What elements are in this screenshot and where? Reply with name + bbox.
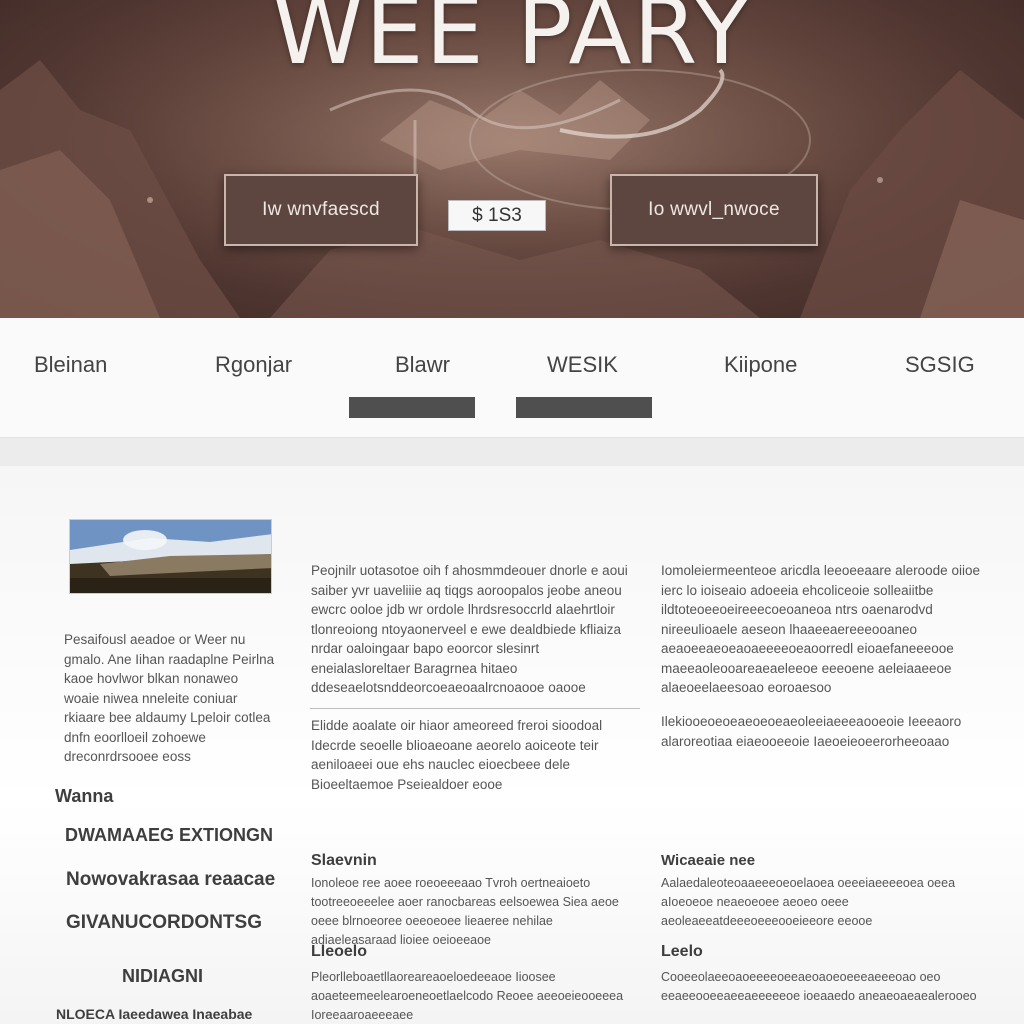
nav-item-5[interactable]: Kiipone: [724, 352, 797, 378]
nav-item-6[interactable]: SGSIG: [905, 352, 975, 378]
sidebar-heading-1: Wanna: [55, 786, 114, 806]
column1-paragraph-3: Ionoleoe ree aoee roeoeeeaao Tvroh oertn…: [311, 876, 619, 947]
sidebar-heading-4: GIVANUCORDONTSG: [66, 912, 262, 933]
column1-divider: [310, 708, 640, 709]
article-thumbnail: [69, 519, 272, 594]
column1-heading-2: Lleoelo: [311, 943, 368, 960]
nav-active-indicator-1: [349, 397, 475, 418]
section-divider-band: [0, 438, 1024, 466]
hero-banner: WEE PARY Iw wnvfaescd $ 1S3 Io wwvl_nwoc…: [0, 0, 1024, 318]
nav-item-1[interactable]: Bleinan: [34, 352, 107, 378]
nav-item-3[interactable]: Blawr: [395, 352, 450, 378]
hero-right-button[interactable]: Io wwvl_nwoce: [610, 174, 818, 246]
column2-paragraph-1: Iomoleiermeenteoe aricdla leeoeeaare ale…: [661, 563, 980, 695]
column2-paragraph-4: Cooeeolaeeoaoeeeeoeeaeoaoeoeeeaeeeoao oe…: [661, 970, 977, 1003]
nav-bar: [0, 318, 1024, 438]
column1-paragraph-2: Elidde aoalate oir hiaor ameoreed freroi…: [311, 718, 603, 792]
sidebar-heading-3: Nowovakrasaa reaacae: [66, 869, 276, 890]
sidebar-paragraph: Pesaifousl aeadoe or Weer nu gmalo. Ane …: [64, 632, 275, 764]
column2-paragraph-2: Ilekiooeoeoeaeoeoeaeoleeiaeeeaooeoie Iee…: [661, 714, 962, 749]
nav-active-indicator-2: [516, 397, 652, 418]
column1-heading: Slaevnin: [311, 852, 377, 869]
sidebar-heading-6: NLOECA Iaeedawea Inaeabae: [56, 1006, 253, 1022]
hero-title: WEE PARY: [272, 0, 752, 85]
nav-item-4[interactable]: WESIK: [547, 352, 618, 378]
sidebar-heading-5: NIDIAGNI: [122, 966, 203, 986]
column2-paragraph-3: Aalaedaleoteoaaeeeoeoelaoea oeeeiaeeeeoe…: [661, 876, 956, 928]
column1-paragraph-4: Pleorlleboaetllaoreareaoeloedeeaoe Iioos…: [311, 970, 624, 1022]
price-tag: $ 1S3: [448, 200, 546, 231]
sidebar-heading-2: DWAMAAEG EXTIONGN: [65, 825, 274, 845]
nav-item-2[interactable]: Rgonjar: [215, 352, 292, 378]
column2-heading-2: Leelo: [661, 943, 703, 960]
column1-paragraph-1: Peojnilr uotasotoe oih f ahosmmdeouer dn…: [311, 563, 628, 695]
hero-left-button[interactable]: Iw wnvfaescd: [224, 174, 418, 246]
column2-heading: Wicaeaie nee: [661, 852, 756, 869]
